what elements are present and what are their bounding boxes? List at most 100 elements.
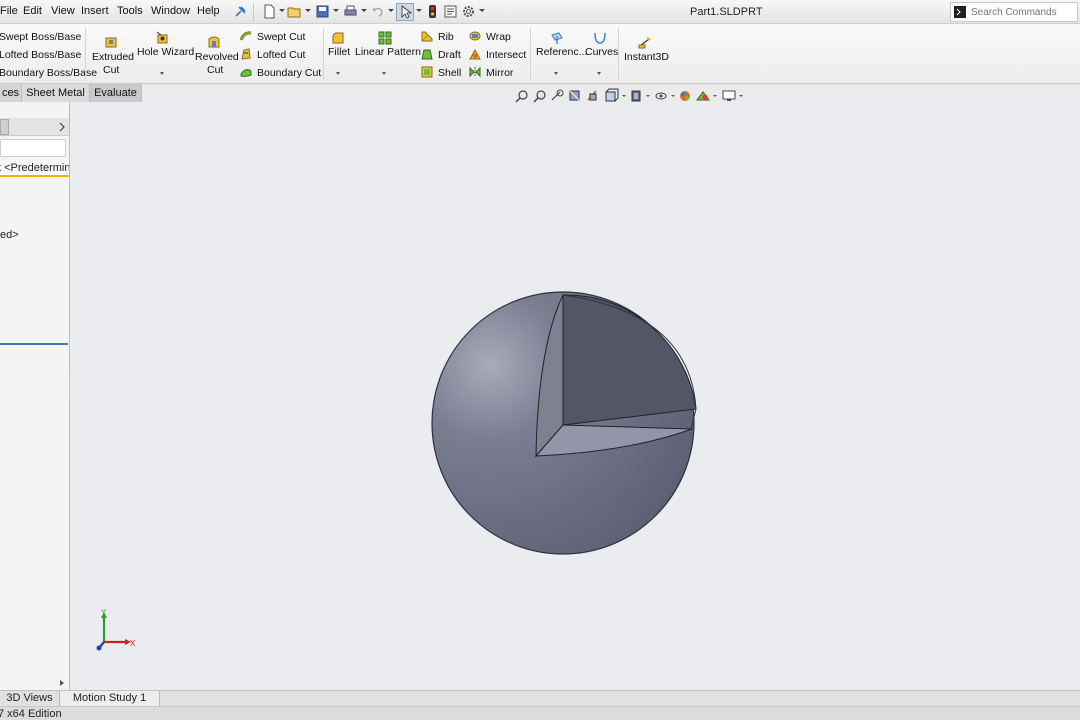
curves-button[interactable]: Curves <box>585 46 618 58</box>
revolved-cut-icon[interactable] <box>207 35 221 49</box>
reference-dropdown-caret[interactable] <box>554 72 558 75</box>
linear-pattern-button[interactable]: Linear Pattern <box>355 46 421 58</box>
menu-view[interactable]: View <box>51 5 75 17</box>
zoom-to-fit-icon <box>515 90 528 103</box>
new-dropdown-caret[interactable] <box>279 9 285 12</box>
extruded-cut-label-1[interactable]: Extruded <box>92 51 134 63</box>
display-style-icon <box>631 90 641 102</box>
bottom-tab-bar: 3D Views Motion Study 1 <box>0 690 1080 706</box>
reference-geometry-button[interactable]: Referenc... <box>536 46 587 58</box>
intersect-button[interactable]: Intersect <box>486 49 526 61</box>
chevron-right-icon[interactable] <box>58 122 66 132</box>
configuration-bar[interactable]: t <Predetermina <box>0 160 69 177</box>
triad-y-label: Y <box>101 608 107 617</box>
rollback-bar[interactable] <box>0 343 68 345</box>
search-commands-input[interactable] <box>971 6 1075 19</box>
instant3d-button[interactable]: Instant3D <box>624 51 669 63</box>
wrap-icon[interactable] <box>469 30 481 42</box>
select-dropdown-caret[interactable] <box>416 9 422 12</box>
rib-icon[interactable] <box>421 30 433 42</box>
tab-features[interactable]: ces <box>0 84 22 102</box>
configuration-label: t <Predetermina <box>0 162 69 174</box>
separator <box>85 28 86 80</box>
wrap-button[interactable]: Wrap <box>486 31 511 43</box>
fillet-dropdown-caret[interactable] <box>336 72 340 75</box>
undo-dropdown-caret[interactable] <box>388 9 394 12</box>
extruded-cut-icon[interactable] <box>104 35 118 49</box>
swept-cut-button[interactable]: Swept Cut <box>257 31 305 43</box>
tab-sheet-metal[interactable]: Sheet Metal <box>22 84 90 102</box>
edit-appearance-icon <box>680 91 690 101</box>
lofted-cut-button[interactable]: Lofted Cut <box>257 49 305 61</box>
boundary-cut-icon[interactable] <box>240 66 252 78</box>
print-dropdown-caret[interactable] <box>361 9 367 12</box>
menu-insert[interactable]: Insert <box>81 5 109 17</box>
tab-3d-views[interactable]: 3D Views <box>0 691 60 706</box>
file-properties-icon[interactable] <box>443 4 458 19</box>
save-icon[interactable] <box>315 4 330 19</box>
save-dropdown-caret[interactable] <box>333 9 339 12</box>
rebuild-icon[interactable] <box>425 4 440 19</box>
shell-icon[interactable] <box>421 66 433 78</box>
command-prompt-icon <box>954 6 966 18</box>
boundary-boss-base-button[interactable]: Boundary Boss/Base <box>0 67 97 79</box>
curves-dropdown-caret[interactable] <box>597 72 601 75</box>
panel-tab-button[interactable] <box>0 119 9 135</box>
menu-edit[interactable]: Edit <box>23 5 42 17</box>
select-arrow-icon[interactable] <box>398 4 413 19</box>
graphics-area[interactable]: Y X <box>71 88 1080 690</box>
instant3d-icon[interactable] <box>638 35 652 49</box>
open-folder-icon[interactable] <box>287 4 302 19</box>
tree-item-text[interactable]: ed> <box>0 229 19 241</box>
hole-wizard-button[interactable]: Hole Wizard <box>137 46 194 58</box>
tab-evaluate[interactable]: Evaluate <box>90 84 142 102</box>
sphere-model[interactable] <box>428 287 700 559</box>
curves-icon[interactable] <box>593 31 607 45</box>
fillet-button[interactable]: Fillet <box>328 46 350 58</box>
revolved-cut-label-1[interactable]: Revolved <box>195 51 239 63</box>
linear-pattern-icon[interactable] <box>378 31 392 45</box>
menu-tools[interactable]: Tools <box>117 5 143 17</box>
draft-icon[interactable] <box>421 48 433 60</box>
pin-icon[interactable] <box>233 4 248 19</box>
lofted-cut-icon[interactable] <box>240 48 252 60</box>
open-dropdown-caret[interactable] <box>305 9 311 12</box>
menu-window[interactable]: Window <box>151 5 190 17</box>
intersect-icon[interactable] <box>469 48 481 60</box>
swept-boss-base-button[interactable]: Swept Boss/Base <box>0 31 81 43</box>
separator <box>323 28 324 80</box>
draft-button[interactable]: Draft <box>438 49 461 61</box>
menu-help[interactable]: Help <box>197 5 220 17</box>
command-manager-tabs: ces Sheet Metal Evaluate <box>0 84 142 102</box>
reference-geometry-icon[interactable] <box>550 31 564 45</box>
menu-file[interactable]: File <box>0 5 18 17</box>
scroll-right-arrow-icon[interactable] <box>59 679 65 687</box>
previous-view-icon <box>551 89 564 101</box>
filter-input-box[interactable] <box>0 139 66 157</box>
status-bar: 7 x64 Edition <box>0 706 1080 720</box>
extruded-cut-label-2[interactable]: Cut <box>103 64 119 76</box>
mirror-button[interactable]: Mirror <box>486 67 513 79</box>
print-icon[interactable] <box>343 4 358 19</box>
mirror-icon[interactable] <box>469 66 481 78</box>
new-document-icon[interactable] <box>262 4 277 19</box>
heads-up-view-toolbar <box>515 88 743 103</box>
command-manager-ribbon: Swept Boss/Base Lofted Boss/Base Boundar… <box>0 24 1080 84</box>
fillet-icon[interactable] <box>331 31 345 45</box>
undo-icon[interactable] <box>370 4 385 19</box>
hole-wizard-dropdown-caret[interactable] <box>160 72 164 75</box>
search-box[interactable] <box>950 2 1078 22</box>
revolved-cut-label-2[interactable]: Cut <box>207 64 223 76</box>
solidworks-window: File Edit View Insert Tools Window Help … <box>0 0 1080 720</box>
options-dropdown-caret[interactable] <box>479 9 485 12</box>
lofted-boss-base-button[interactable]: Lofted Boss/Base <box>0 49 81 61</box>
swept-cut-icon[interactable] <box>240 30 252 42</box>
rib-button[interactable]: Rib <box>438 31 454 43</box>
hole-wizard-icon[interactable] <box>155 31 169 45</box>
shell-button[interactable]: Shell <box>438 67 461 79</box>
tab-motion-study-1[interactable]: Motion Study 1 <box>60 691 160 706</box>
boundary-cut-button[interactable]: Boundary Cut <box>257 67 321 79</box>
linear-pattern-dropdown-caret[interactable] <box>382 72 386 75</box>
options-gear-icon[interactable] <box>461 4 476 19</box>
zoom-to-area-icon <box>533 90 546 103</box>
